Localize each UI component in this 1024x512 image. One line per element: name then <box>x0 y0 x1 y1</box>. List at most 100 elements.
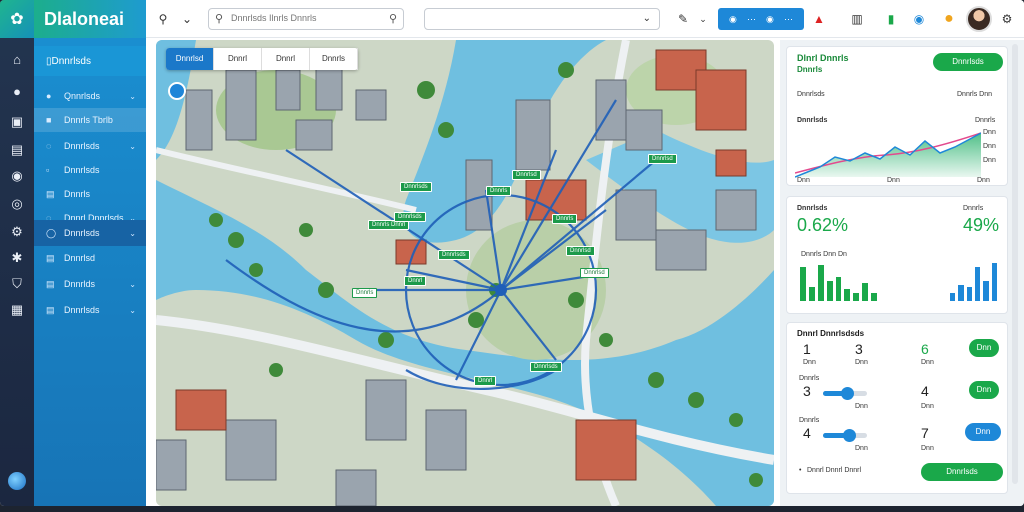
map-label[interactable]: Dnnrlsd <box>512 170 541 180</box>
shield-icon[interactable]: ⛉ <box>9 276 25 292</box>
top-bar: ⚲ ⌄ ⚲ ⚲ ⌄ ✎ ⌄ ◉ ⋯ ◉ ⋯ ▲ ▥ ▮ ◉ ● ⚙ <box>146 0 1024 38</box>
settings-icon[interactable]: ⚙ <box>998 10 1016 28</box>
scrollbar[interactable] <box>1012 44 1018 484</box>
chevron-down-icon[interactable]: ⌄ <box>694 10 712 28</box>
app-logo-icon[interactable]: ✿ <box>0 0 34 38</box>
bike-icon[interactable]: ⚙ <box>9 224 25 240</box>
target-icon[interactable]: ◎ <box>9 196 25 212</box>
map-label[interactable]: Dnnrlsds <box>400 182 432 192</box>
bar <box>826 281 833 301</box>
clipboard-icon[interactable]: ▥ <box>848 10 866 28</box>
city-map[interactable] <box>156 40 774 506</box>
sidebar-item-5[interactable]: ▤ Dnnrls <box>34 182 146 206</box>
map-label[interactable]: Dnnrlsd <box>566 246 595 256</box>
action-toolbar[interactable]: ◉ ⋯ ◉ ⋯ <box>718 8 804 30</box>
home-icon[interactable]: ⌂ <box>9 52 25 68</box>
search-submit-icon[interactable]: ⚲ <box>389 12 397 25</box>
metric-value: 3 <box>855 341 863 357</box>
sidebar-item-label: Dnnrls <box>64 189 91 199</box>
chevron-down-icon: ⌄ <box>129 228 136 238</box>
footer-button[interactable]: Dnnrlsds <box>921 463 1003 481</box>
chevron-down-icon: ⌄ <box>129 305 136 315</box>
calendar-icon[interactable]: ▤ <box>9 142 25 158</box>
area-chart <box>795 132 981 178</box>
sidebar-item-4[interactable]: ▫ Dnnrlsds <box>34 158 146 182</box>
stat-label-right: Dnnrls <box>963 205 984 212</box>
bug-icon[interactable]: ✱ <box>9 250 25 266</box>
wrench-icon[interactable]: ✎ <box>674 10 692 28</box>
map-label[interactable]: Dnnrlsds <box>530 362 562 372</box>
metric-value: 7 <box>921 425 929 441</box>
location-marker-icon[interactable] <box>168 82 186 100</box>
search-box[interactable]: ⚲ ⚲ <box>208 8 404 30</box>
search-icon[interactable]: ⚲ <box>154 10 172 28</box>
bar-group-left <box>799 261 879 301</box>
map-tab-3[interactable]: Dnnrl <box>262 48 310 70</box>
sidebar-item-3[interactable]: ◌ Dnnrlsds ⌄ <box>34 134 146 158</box>
y-tick: Dnn <box>983 157 996 164</box>
map-label[interactable]: Dnnrls <box>486 186 512 196</box>
sidebar-item-8[interactable]: ▤ Dnnrlsd <box>34 246 146 270</box>
sidebar-item-1[interactable]: ● Qnnrlsds ⌄ <box>34 84 146 108</box>
map-tab-4[interactable]: Dnnrls <box>310 48 358 70</box>
sidebar-item-label: Dnnrlsd <box>64 253 96 263</box>
sidebar-header[interactable]: ▯ Dnnrlsds <box>34 46 146 76</box>
list-icon: ▤ <box>46 305 55 315</box>
bar <box>958 285 964 301</box>
compass-icon[interactable]: ◉ <box>9 168 25 184</box>
bar <box>966 287 972 301</box>
bar <box>991 263 997 301</box>
search-input[interactable] <box>231 13 381 23</box>
chevron-down-icon[interactable]: ⌄ <box>178 10 196 28</box>
metric-value: 6 <box>921 341 929 357</box>
row-action-button[interactable]: Dnn <box>969 381 999 399</box>
map-label[interactable]: Dnnrl <box>474 376 497 386</box>
map-label[interactable]: Dnnrls <box>552 214 578 224</box>
sidebar-item-7[interactable]: ◯ Dnnrlsds ⌄ <box>34 220 146 246</box>
range-slider[interactable] <box>823 387 867 400</box>
coin-icon[interactable]: ● <box>940 10 958 28</box>
map-label[interactable]: Dnnrls <box>352 288 378 298</box>
sidebar-item-label: Dnnrlsds <box>64 165 100 175</box>
bar <box>853 293 860 301</box>
sidebar-item-9[interactable]: ▤ Dnnrlds ⌄ <box>34 272 146 296</box>
map-label[interactable]: Dnnrlsd <box>580 268 609 278</box>
circle-icon: ● <box>46 91 52 101</box>
map-label[interactable]: Dnnrlsd <box>648 154 677 164</box>
row-action-button[interactable]: Dnn <box>969 339 999 357</box>
briefcase-icon[interactable]: ▦ <box>9 302 25 318</box>
inbox-icon[interactable]: ▣ <box>9 114 25 130</box>
map-label[interactable]: Dnnrl <box>404 276 427 286</box>
card-title: Dlnrl Dnnrls <box>797 53 849 63</box>
pin-icon[interactable]: ● <box>9 84 25 100</box>
card-title: Dnnrl Dnnrlsdsds <box>797 329 865 338</box>
primary-button[interactable]: Dnnrlsds <box>933 53 1003 71</box>
chart-label: Dnnrlsds <box>797 117 828 124</box>
map-tab-2[interactable]: Dnnrl <box>214 48 262 70</box>
row-action-button[interactable]: Dnn <box>965 423 1001 441</box>
metric-label: Dnn <box>921 403 934 410</box>
refresh-icon[interactable]: ◉ <box>910 10 928 28</box>
bar <box>835 277 842 301</box>
flag-icon[interactable]: ▮ <box>882 10 900 28</box>
slider-handle[interactable] <box>841 387 855 400</box>
range-slider[interactable] <box>823 429 867 442</box>
metric-label: Dnn <box>855 445 868 452</box>
alert-icon[interactable]: ▲ <box>810 10 828 28</box>
slider-handle[interactable] <box>843 429 857 442</box>
dots-icon: ⋯ <box>783 13 793 24</box>
y-tick: Dnn <box>983 129 996 136</box>
metric-value: 4 <box>803 425 811 441</box>
map-label[interactable]: Dnnrlsds <box>438 250 470 260</box>
globe-icon[interactable] <box>8 472 26 490</box>
map-view[interactable]: Dnnrlsd Dnnrl Dnnrl Dnnrls Dnnrlsds Dnnr… <box>156 40 774 506</box>
sidebar-item-2[interactable]: ■ Dnnrls Tbrlb <box>34 108 146 132</box>
map-tab-1[interactable]: Dnnrlsd <box>166 48 214 70</box>
bullet-icon: • <box>799 467 802 474</box>
search-icon: ⚲ <box>215 13 224 25</box>
avatar[interactable] <box>966 6 992 32</box>
metric-label: Dnn <box>803 359 816 366</box>
sidebar-item-10[interactable]: ▤ Dnnrlsds ⌄ <box>34 298 146 322</box>
map-label[interactable]: Dnnrlsds <box>394 212 426 222</box>
filter-select[interactable]: ⌄ <box>424 8 660 30</box>
